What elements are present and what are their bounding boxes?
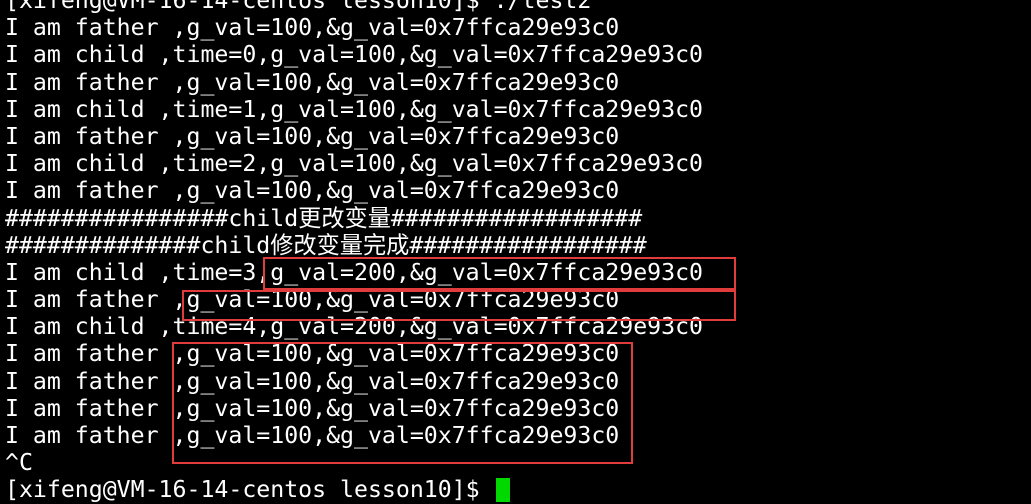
terminal-line: I am child ,time=1,g_val=100,&g_val=0x7f…: [5, 95, 704, 123]
shell-prompt: [xifeng@VM-16-14-centos lesson10]$: [5, 476, 494, 504]
terminal-line: ##############child修改变量完成###############…: [5, 231, 647, 259]
terminal-line: I am father ,g_val=100,&g_val=0x7ffca29e…: [5, 422, 620, 449]
terminal-line: I am father ,g_val=100,&g_val=0x7ffca29e…: [5, 394, 620, 422]
terminal-line: I am father ,g_val=100,&g_val=0x7ffca29e…: [5, 68, 620, 96]
terminal-line: I am father ,g_val=100,&g_val=0x7ffca29e…: [5, 367, 620, 395]
terminal-line: I am child ,time=0,g_val=100,&g_val=0x7f…: [5, 41, 704, 69]
terminal-line: I am father ,g_val=100,&g_val=0x7ffca29e…: [5, 286, 620, 314]
terminal-line: I am father ,g_val=100,&g_val=0x7ffca29e…: [5, 340, 620, 368]
terminal-output: [xifeng@VM-16-14-centos lesson10]$ ./tes…: [5, 0, 703, 504]
terminal-line: I am child ,time=2,g_val=100,&g_val=0x7f…: [5, 150, 704, 178]
terminal-line: ^C: [5, 449, 33, 477]
terminal-window[interactable]: [xifeng@VM-16-14-centos lesson10]$ ./tes…: [0, 0, 1031, 504]
terminal-line: [xifeng@VM-16-14-centos lesson10]$ ./tes…: [5, 0, 592, 14]
terminal-line: I am father ,g_val=100,&g_val=0x7ffca29e…: [5, 122, 620, 150]
terminal-prompt-line[interactable]: [xifeng@VM-16-14-centos lesson10]$: [5, 476, 703, 503]
text-cursor: [495, 477, 510, 502]
terminal-line: I am father ,g_val=100,&g_val=0x7ffca29e…: [5, 14, 620, 42]
terminal-line: I am child ,time=3,g_val=200,&g_val=0x7f…: [5, 258, 704, 286]
terminal-line: ################child更改变量###############…: [5, 204, 643, 232]
terminal-line: I am child ,time=4,g_val=200,&g_val=0x7f…: [5, 313, 704, 341]
terminal-line: I am father ,g_val=100,&g_val=0x7ffca29e…: [5, 177, 620, 205]
